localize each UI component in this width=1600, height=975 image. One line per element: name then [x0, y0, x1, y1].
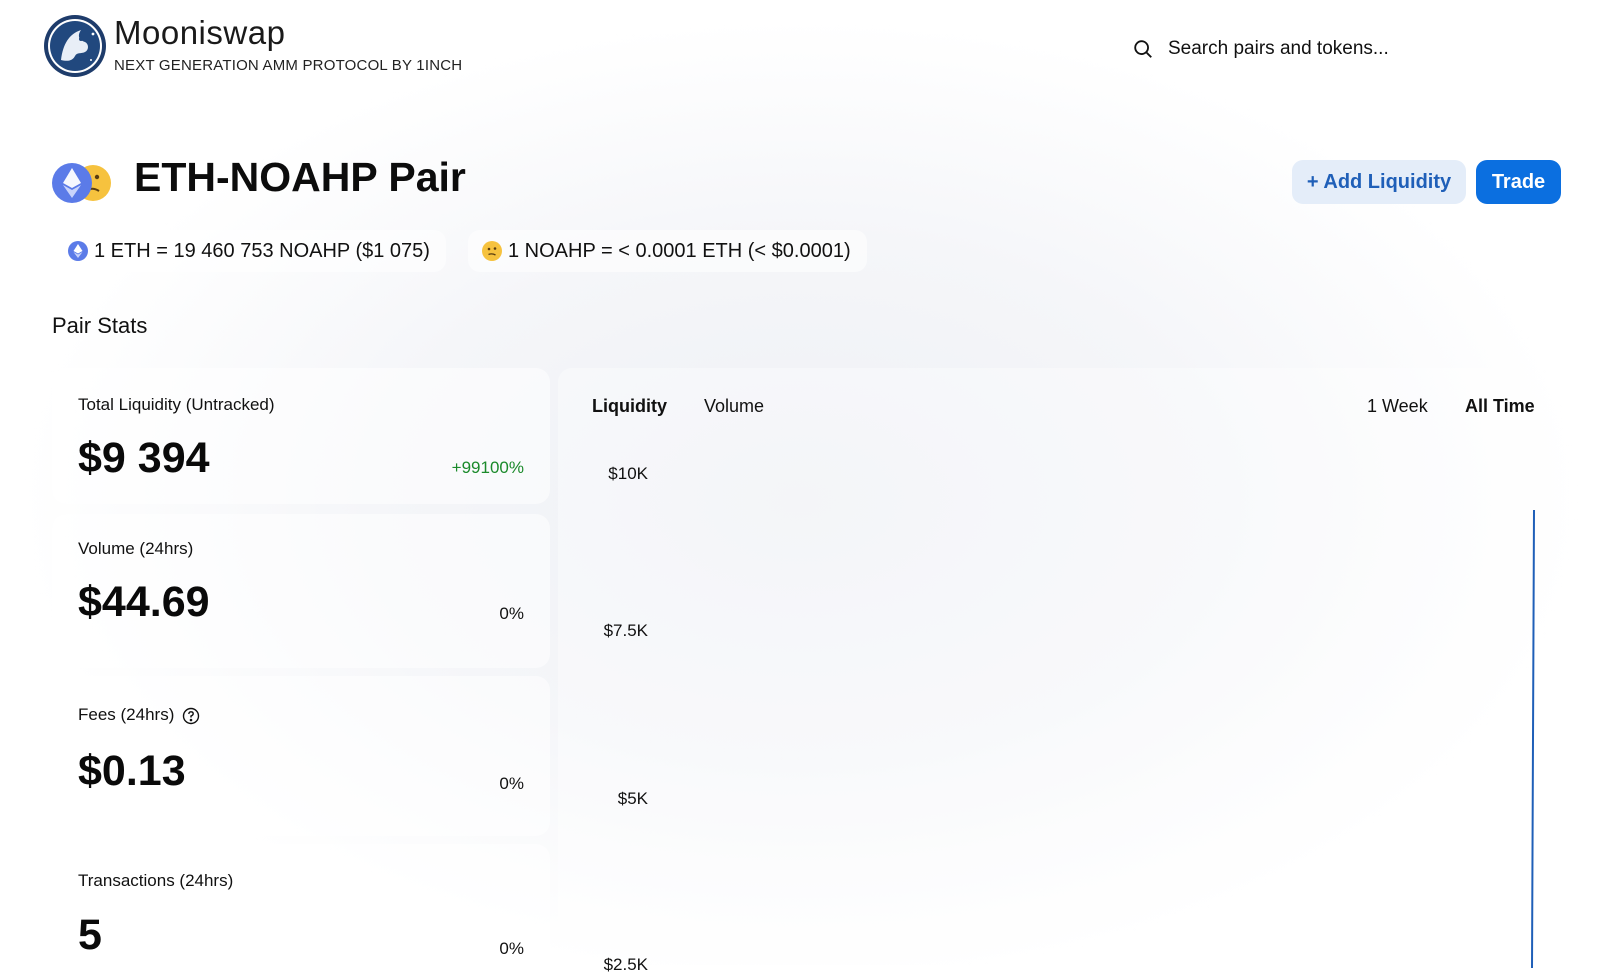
- range-1-week[interactable]: 1 Week: [1367, 396, 1428, 417]
- trade-button[interactable]: Trade: [1476, 160, 1561, 204]
- stat-value: 5: [78, 911, 102, 959]
- stat-value: $9 394: [78, 434, 210, 482]
- pair-token-icons: [52, 163, 111, 203]
- volume-card: Volume (24hrs) $44.69 0%: [52, 514, 550, 668]
- stat-change: 0%: [499, 604, 524, 623]
- search-bar[interactable]: [1132, 34, 1470, 64]
- y-tick-label: $5K: [617, 789, 648, 808]
- transactions-card: Transactions (24hrs) 5 0%: [52, 844, 550, 974]
- help-icon[interactable]: [182, 707, 200, 725]
- stat-change: +99100%: [451, 458, 524, 477]
- add-liquidity-button[interactable]: + Add Liquidity: [1292, 160, 1466, 204]
- stat-change: 0%: [499, 774, 524, 793]
- brand-tagline: NEXT GENERATION AMM PROTOCOL BY 1INCH: [114, 57, 463, 74]
- range-all-time[interactable]: All Time: [1465, 396, 1535, 417]
- tab-liquidity[interactable]: Liquidity: [592, 396, 667, 417]
- stat-value: $0.13: [78, 747, 186, 795]
- tab-volume[interactable]: Volume: [704, 396, 764, 417]
- pair-title: ETH-NOAHP Pair: [134, 154, 466, 200]
- stat-label: Transactions (24hrs): [78, 871, 234, 890]
- pair-stats-title: Pair Stats: [52, 313, 148, 338]
- eth-icon: [68, 241, 88, 261]
- liquidity-line: [1531, 509, 1535, 968]
- stat-change: 0%: [499, 939, 524, 958]
- noahp-rate-text: 1 NOAHP = < 0.0001 ETH (< $0.0001): [508, 239, 851, 262]
- noahp-rate-chip[interactable]: 1 NOAHP = < 0.0001 ETH (< $0.0001): [468, 230, 867, 272]
- y-tick-label: $7.5K: [603, 621, 648, 640]
- liquidity-chart-card: Liquidity Volume 1 Week All Time $10K $7…: [558, 368, 1570, 974]
- stat-label: Total Liquidity (Untracked): [78, 395, 275, 414]
- noahp-icon: [482, 241, 502, 261]
- stat-label-row: Fees (24hrs): [78, 705, 200, 725]
- stat-value: $44.69: [78, 578, 210, 626]
- search-icon: [1134, 40, 1152, 58]
- brand-name: Mooniswap: [114, 14, 286, 51]
- stat-label: Fees (24hrs): [78, 705, 175, 724]
- y-tick-label: $2.5K: [603, 955, 648, 974]
- eth-token-icon: [52, 163, 92, 203]
- eth-rate-chip[interactable]: 1 ETH = 19 460 753 NOAHP ($1 075): [54, 230, 446, 272]
- liquidity-chart[interactable]: [678, 468, 1558, 968]
- eth-rate-text: 1 ETH = 19 460 753 NOAHP ($1 075): [94, 239, 430, 262]
- search-input[interactable]: [1166, 37, 1470, 61]
- mooniswap-logo[interactable]: [43, 14, 107, 78]
- fees-card: Fees (24hrs) $0.13 0%: [52, 676, 550, 836]
- y-tick-label: $10K: [608, 464, 648, 483]
- stat-label: Volume (24hrs): [78, 539, 194, 558]
- total-liquidity-card: Total Liquidity (Untracked) $9 394 +9910…: [52, 368, 550, 504]
